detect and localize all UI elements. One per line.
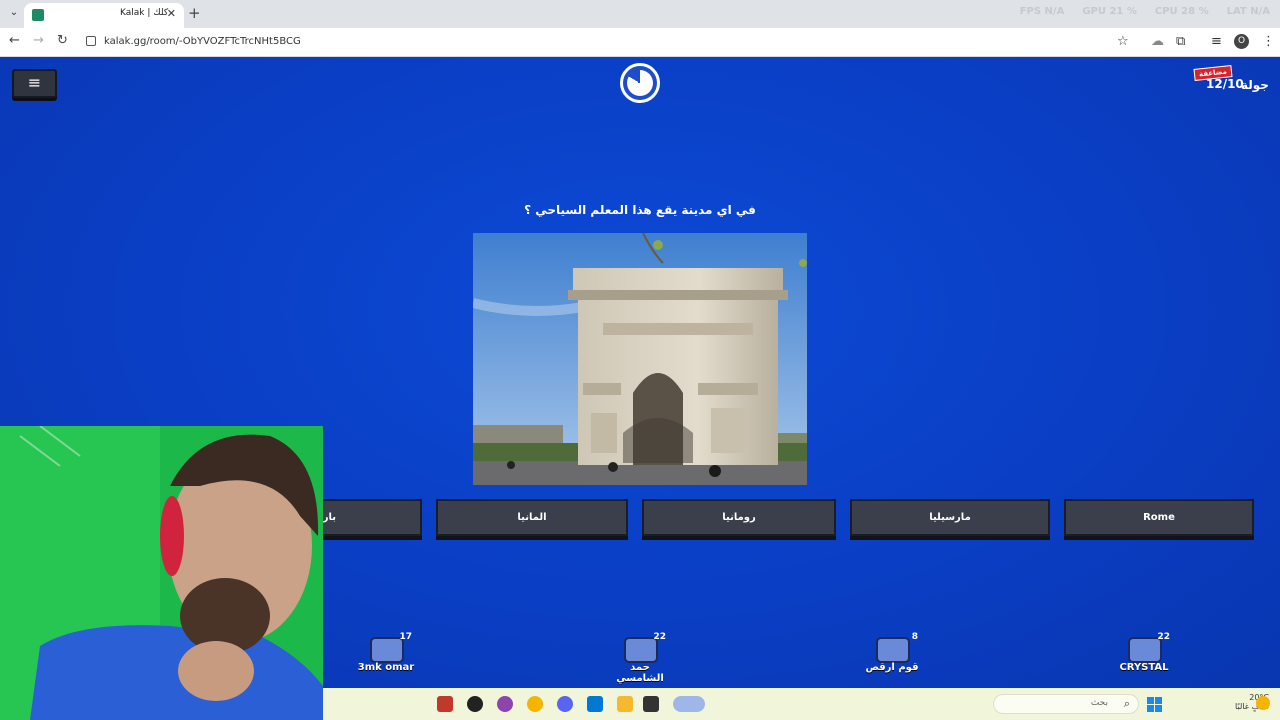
player-name: 3mk omar bbox=[357, 662, 415, 673]
player-name: قوم ارقص bbox=[865, 662, 919, 673]
player-card-4: 22 CRYSTAL bbox=[1114, 629, 1174, 679]
forward-arrow-icon[interactable]: → bbox=[33, 33, 44, 48]
site-info-icon[interactable] bbox=[86, 36, 96, 46]
profile-avatar[interactable]: O bbox=[1234, 34, 1249, 49]
back-arrow-icon[interactable]: ← bbox=[9, 33, 20, 48]
tab-search-chevron-icon[interactable]: ⌄ bbox=[6, 5, 22, 21]
player-card-1: 17 3mk omar bbox=[356, 629, 416, 679]
file-explorer-icon[interactable] bbox=[617, 696, 633, 712]
app-icon-2[interactable] bbox=[467, 696, 483, 712]
player-score: 8 bbox=[911, 632, 918, 642]
terminal-icon[interactable] bbox=[643, 696, 659, 712]
player-score: 17 bbox=[399, 632, 412, 642]
perf-lat: LAT N/A bbox=[1226, 6, 1270, 17]
answer-button-2[interactable]: المانيا bbox=[436, 499, 628, 536]
player-score: 22 bbox=[653, 632, 666, 642]
chrome-icon[interactable] bbox=[527, 696, 543, 712]
kalak-favicon-icon bbox=[32, 9, 44, 21]
answer-button-3[interactable]: رومانيا bbox=[642, 499, 836, 536]
app-icon-3[interactable] bbox=[497, 696, 513, 712]
performance-overlay: FPS N/A GPU 21 % CPU 28 % LAT N/A bbox=[1020, 6, 1270, 17]
bookmark-star-icon[interactable]: ☆ bbox=[1117, 34, 1129, 49]
question-image bbox=[473, 233, 807, 485]
perf-cpu: CPU 28 % bbox=[1154, 6, 1209, 17]
player-name: CRYSTAL bbox=[1119, 662, 1169, 673]
discord-icon[interactable] bbox=[557, 696, 573, 712]
windows-taskbar: بحث ⌕ 20°C صافٍ غالبًا bbox=[323, 688, 1280, 720]
browser-tab[interactable]: Kalak | كلك ✕ bbox=[24, 3, 184, 28]
url-field[interactable]: kalak.gg/room/-ObYVOZFTcTrcNHt5BCG bbox=[104, 36, 301, 47]
reload-icon[interactable]: ↻ bbox=[57, 33, 68, 48]
widget-thumbnail-icon[interactable] bbox=[673, 696, 705, 712]
perf-fps: FPS N/A bbox=[1019, 6, 1065, 17]
player-card-3: 8 قوم ارقص bbox=[862, 629, 922, 679]
tab-title: Kalak | كلك bbox=[120, 8, 169, 18]
new-tab-plus-icon[interactable]: + bbox=[188, 4, 201, 22]
player-score: 22 bbox=[1157, 632, 1170, 642]
address-bar-row: ← → ↻ kalak.gg/room/-ObYVOZFTcTrcNHt5BCG… bbox=[0, 28, 1280, 57]
player-card-2: 22 حمد الشامسي bbox=[610, 629, 670, 684]
cloud-icon[interactable]: ☁ bbox=[1151, 34, 1164, 49]
store-icon[interactable] bbox=[587, 696, 603, 712]
tab-bar: ⌄ Kalak | كلك ✕ + FPS N/A GPU 21 % CPU 2… bbox=[0, 0, 1280, 28]
timer-icon bbox=[620, 63, 660, 103]
windows-start-icon[interactable] bbox=[1147, 697, 1162, 712]
player-avatar-icon bbox=[876, 637, 910, 663]
answer-button-4[interactable]: مارسيليا bbox=[850, 499, 1050, 536]
tab-close-icon[interactable]: ✕ bbox=[167, 7, 176, 20]
player-name: حمد الشامسي bbox=[616, 662, 664, 684]
perf-gpu: GPU 21 % bbox=[1082, 6, 1137, 17]
round-counter: 12/10 bbox=[1206, 77, 1244, 91]
search-icon: ⌕ bbox=[1123, 697, 1130, 710]
round-label: جولة bbox=[1241, 78, 1269, 92]
app-icon-1[interactable] bbox=[437, 696, 453, 712]
extensions-puzzle-icon[interactable]: ⧉ bbox=[1176, 34, 1185, 49]
webcam-overlay bbox=[0, 426, 323, 720]
weather-sun-icon bbox=[1256, 696, 1270, 710]
search-placeholder: بحث bbox=[1090, 698, 1108, 708]
question-text: في اي مدينة يقع هذا المعلم السياحي ؟ bbox=[524, 203, 756, 217]
media-queue-icon[interactable]: ≡ bbox=[1211, 34, 1222, 49]
answer-button-5[interactable]: Rome bbox=[1064, 499, 1254, 536]
taskbar-search[interactable]: بحث ⌕ bbox=[993, 694, 1139, 714]
hamburger-menu-button[interactable]: ≡ bbox=[12, 69, 57, 98]
more-menu-icon[interactable]: ⋮ bbox=[1262, 34, 1275, 49]
